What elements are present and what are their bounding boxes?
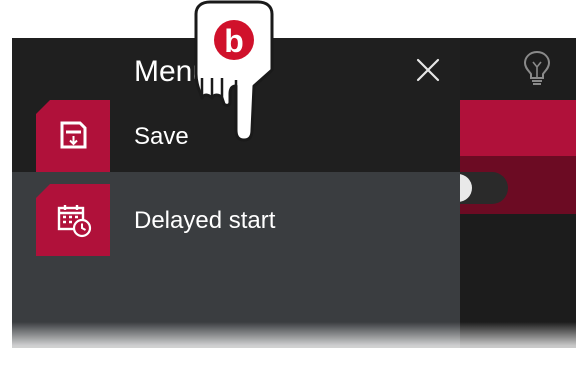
bottom-fade [0, 322, 576, 374]
save-icon [36, 100, 110, 172]
calendar-clock-icon [36, 184, 110, 256]
menu-item-label: Save [134, 123, 189, 150]
lightbulb-icon[interactable] [520, 48, 554, 88]
menu-title: Menu [134, 55, 210, 88]
close-icon [416, 58, 440, 82]
menu-item-label: Delayed start [134, 207, 276, 234]
close-button[interactable] [410, 52, 446, 88]
menu-item-save[interactable]: Save [12, 100, 460, 172]
menu-drawer: Menu Save Delayed start [12, 38, 460, 348]
menu-item-delayed-start[interactable]: Delayed start [12, 184, 460, 256]
menu-header [12, 38, 460, 108]
